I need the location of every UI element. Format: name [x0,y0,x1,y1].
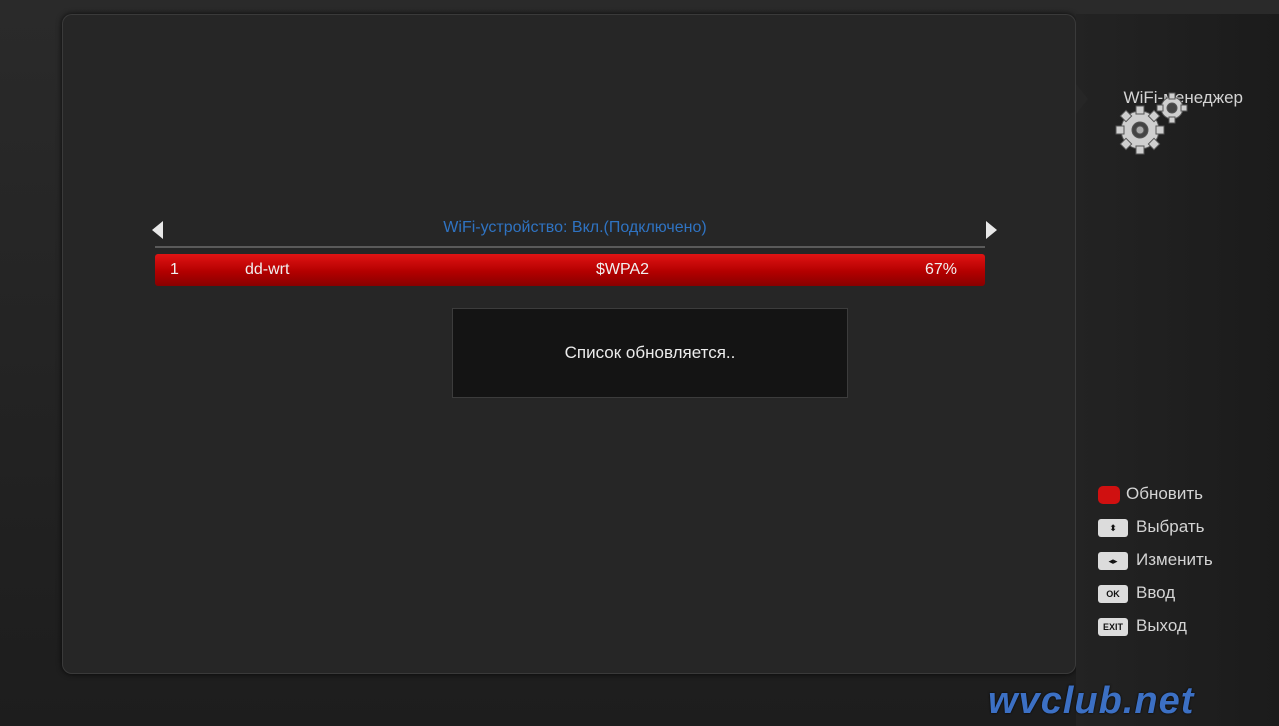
left-right-icon: ◂▸ [1098,552,1128,570]
up-down-icon: ⬍ [1098,519,1128,537]
device-status: WiFi-устройство: Вкл.(Подключено) [443,219,707,236]
network-signal: 67% [925,261,958,278]
network-row[interactable]: 1 dd-wrt $WPA2 67% [155,254,985,286]
network-number: 1 [170,261,179,278]
network-security: $WPA2 [596,261,650,278]
settings-gears-icon [1115,92,1188,155]
divider [155,246,985,248]
network-ssid: dd-wrt [245,261,290,278]
ok-key-icon: OK [1098,585,1128,603]
legend-exit-label: Выход [1136,616,1187,635]
legend-change-label: Изменить [1136,550,1213,569]
watermark: wvclub.net [988,680,1195,722]
legend-refresh-label: Обновить [1126,484,1203,503]
arrow-right-icon[interactable] [986,221,997,239]
red-button-icon [1098,486,1120,504]
device-selector[interactable]: WiFi-устройство: Вкл.(Подключено) [150,213,1000,247]
refresh-popup: Список обновляется.. [452,308,848,398]
header-pointer [1076,84,1088,114]
legend-ok-label: Ввод [1136,583,1176,602]
exit-key-icon: EXIT [1098,618,1128,636]
legend-select-label: Выбрать [1136,517,1205,536]
